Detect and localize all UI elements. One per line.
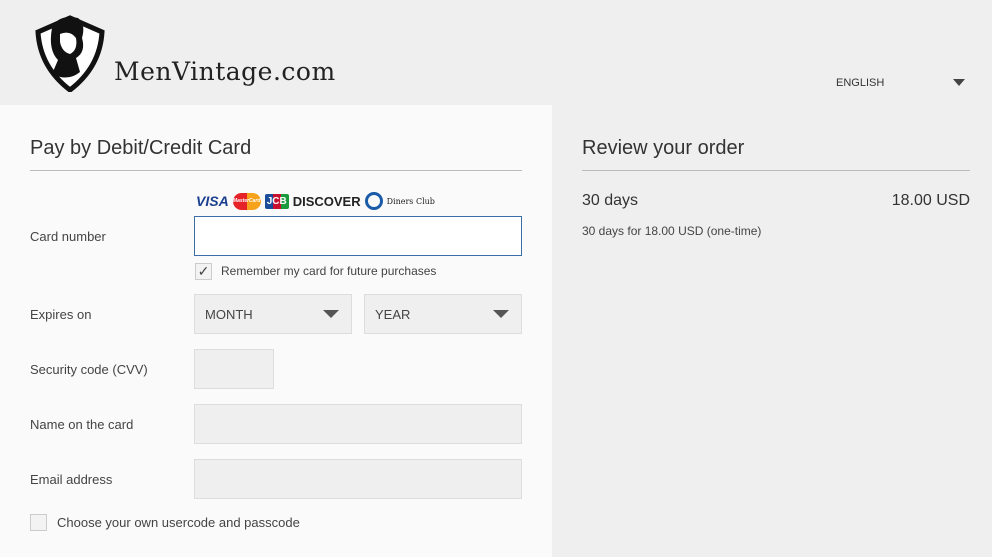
jcb-icon: JCB	[264, 193, 289, 209]
order-description: 30 days for 18.00 USD (one-time)	[582, 224, 762, 238]
year-value: YEAR	[375, 307, 411, 322]
year-select[interactable]: YEAR	[364, 294, 522, 334]
cvv-input[interactable]	[194, 349, 274, 389]
header: MenVintage.com ENGLISH	[0, 0, 992, 105]
visa-icon: VISA	[196, 193, 229, 209]
email-label: Email address	[30, 472, 113, 487]
chevron-down-icon[interactable]	[953, 79, 965, 86]
name-input[interactable]	[194, 404, 522, 444]
email-input[interactable]	[194, 459, 522, 499]
card-brands: VISA MasterCard JCB DISCOVER Diners Club	[196, 192, 435, 210]
chevron-down-icon	[323, 310, 339, 318]
month-select[interactable]: MONTH	[194, 294, 352, 334]
order-item: 30 days	[582, 192, 639, 209]
divider	[582, 170, 970, 171]
logo-icon	[35, 15, 105, 92]
order-panel: Review your order 30 days 18.00 USD 30 d…	[552, 105, 992, 557]
divider	[30, 170, 522, 171]
diners-club-icon	[364, 192, 383, 210]
payment-panel: Pay by Debit/Credit Card VISA MasterCard…	[0, 105, 552, 557]
order-price: 18.00 USD	[891, 192, 970, 209]
order-title: Review your order	[582, 137, 745, 159]
discover-icon: DISCOVER	[292, 193, 361, 209]
chevron-down-icon	[493, 310, 509, 318]
expires-label: Expires on	[30, 307, 92, 322]
language-select[interactable]: ENGLISH	[836, 77, 884, 89]
usercode-label: Choose your own usercode and passcode	[57, 515, 300, 530]
diners-club-label: Diners Club	[386, 196, 435, 206]
month-value: MONTH	[205, 307, 253, 322]
usercode-checkbox[interactable]	[30, 514, 47, 531]
remember-card-checkbox[interactable]: ✓	[195, 263, 212, 280]
name-label: Name on the card	[30, 417, 134, 432]
card-number-label: Card number	[30, 229, 106, 244]
logo[interactable]: MenVintage.com	[30, 12, 336, 92]
logo-text: MenVintage.com	[114, 57, 336, 86]
cvv-label: Security code (CVV)	[30, 362, 148, 377]
payment-title: Pay by Debit/Credit Card	[30, 137, 252, 159]
remember-card-label: Remember my card for future purchases	[221, 264, 437, 278]
card-number-input[interactable]	[194, 216, 522, 256]
mastercard-icon: MasterCard	[232, 192, 261, 210]
